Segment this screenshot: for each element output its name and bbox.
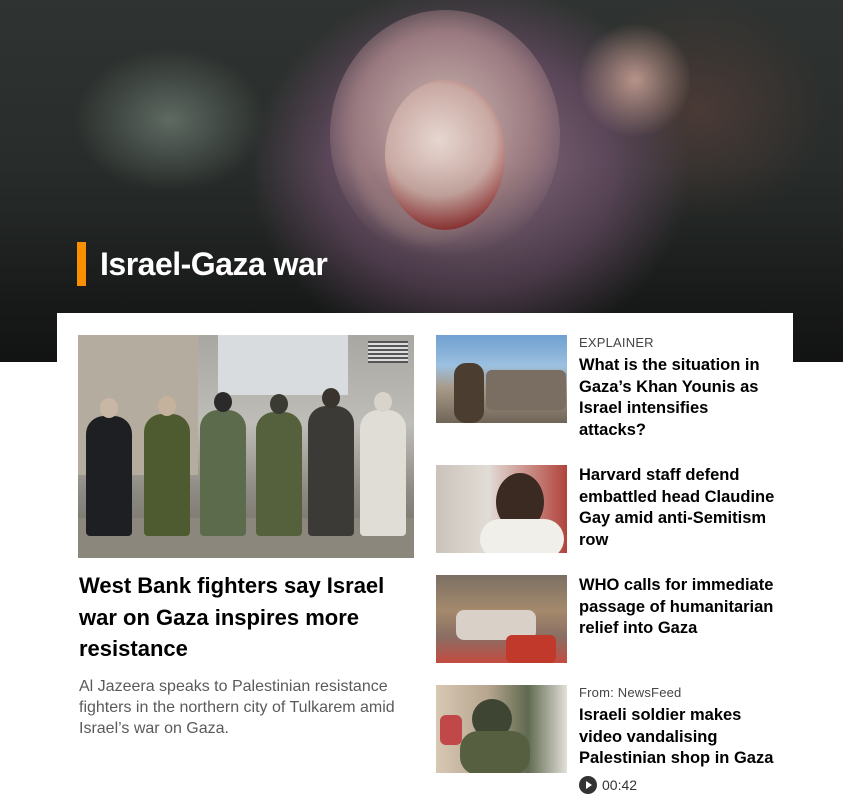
section-heading[interactable]: Israel-Gaza war: [77, 242, 328, 286]
story-source[interactable]: From: NewsFeed: [579, 685, 779, 701]
section-accent-bar: [77, 242, 86, 286]
thumb-red-object: [506, 635, 556, 663]
lead-story-title[interactable]: West Bank fighters say Israel war on Gaz…: [79, 570, 419, 665]
thumb-soldier: [460, 731, 530, 773]
image-figure: [144, 396, 190, 536]
play-icon[interactable]: [579, 775, 597, 794]
side-story-text: From: NewsFeed Israeli soldier makes vid…: [579, 685, 779, 794]
side-story-title[interactable]: What is the situation in Gaza’s Khan You…: [579, 355, 779, 441]
lead-story-summary: Al Jazeera speaks to Palestinian resista…: [79, 678, 395, 737]
image-figure: [200, 392, 246, 536]
side-story-text: WHO calls for immediate passage of human…: [579, 575, 779, 640]
video-duration: 00:42: [602, 776, 638, 793]
side-story-text: EXPLAINER What is the situation in Gaza’…: [579, 335, 779, 441]
thumb-figure: [454, 363, 484, 423]
thumb-shirt: [480, 519, 564, 553]
side-story[interactable]: Harvard staff defend embattled head Clau…: [436, 465, 796, 555]
thumb-shelf-item: [440, 715, 462, 745]
lead-story-image[interactable]: [78, 335, 414, 558]
image-sky: [218, 335, 348, 395]
side-story[interactable]: From: NewsFeed Israeli soldier makes vid…: [436, 685, 796, 800]
side-story-title[interactable]: Israeli soldier makes video vandalising …: [579, 705, 779, 770]
side-story-text: Harvard staff defend embattled head Clau…: [579, 465, 779, 551]
thumb-rubble: [486, 370, 566, 410]
story-kicker[interactable]: EXPLAINER: [579, 335, 779, 351]
side-story-thumbnail[interactable]: [436, 335, 567, 423]
side-story[interactable]: EXPLAINER What is the situation in Gaza’…: [436, 335, 796, 439]
image-figure: [86, 398, 132, 536]
image-figure: [360, 392, 406, 536]
image-figure: [256, 394, 302, 536]
side-story-title[interactable]: Harvard staff defend embattled head Clau…: [579, 465, 779, 551]
section-title[interactable]: Israel-Gaza war: [100, 246, 328, 283]
hero-banner[interactable]: Israel-Gaza war: [0, 0, 843, 362]
side-story-thumbnail[interactable]: [436, 685, 567, 773]
side-story-thumbnail[interactable]: [436, 575, 567, 663]
image-vent: [368, 341, 408, 363]
image-figure: [308, 388, 354, 536]
side-story-title[interactable]: WHO calls for immediate passage of human…: [579, 575, 779, 640]
side-story[interactable]: WHO calls for immediate passage of human…: [436, 575, 796, 665]
hero-gradient: [0, 0, 843, 362]
side-story-thumbnail[interactable]: [436, 465, 567, 553]
video-duration-row[interactable]: 00:42: [579, 775, 779, 794]
